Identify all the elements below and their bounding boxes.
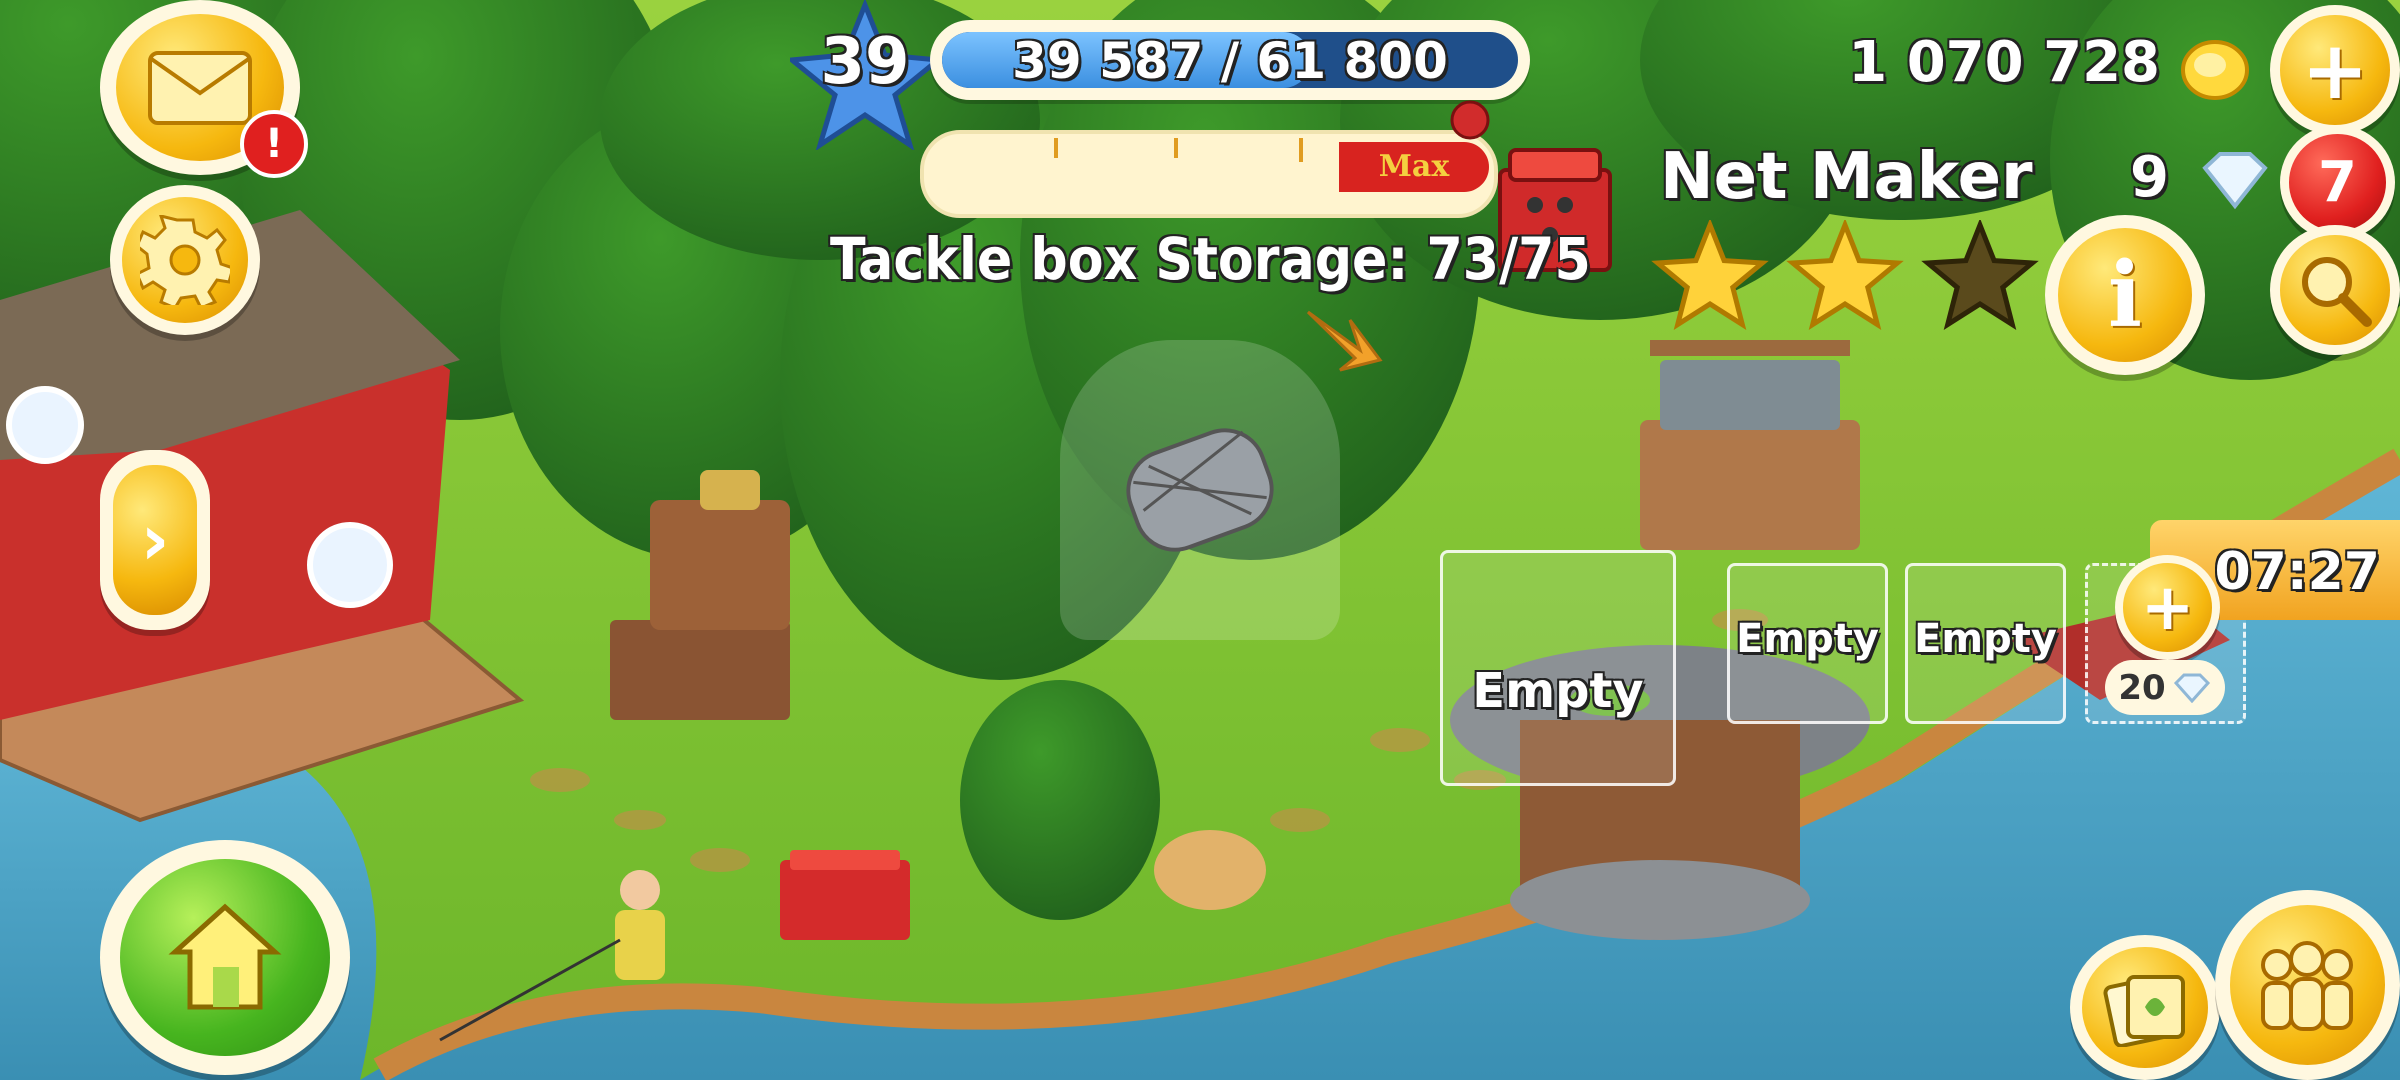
add-coins-button[interactable]: +: [2270, 5, 2400, 135]
xp-bar[interactable]: 39 587 / 61 800: [930, 20, 1530, 100]
friends-icon: [2261, 941, 2354, 1031]
trap-preview[interactable]: [1060, 340, 1340, 640]
coin-icon: [2181, 40, 2249, 100]
diamond-icon: [2202, 152, 2268, 210]
mail-alert-badge: !: [240, 110, 308, 178]
expand-side-button[interactable]: ›: [100, 450, 210, 630]
tackle-box-ground: [780, 850, 910, 940]
friends-button[interactable]: [2215, 890, 2400, 1080]
info-icon: i: [2107, 241, 2143, 348]
info-button[interactable]: i: [2045, 215, 2205, 375]
mail-icon: [148, 50, 252, 125]
net-maker-machine: [1640, 340, 1860, 550]
star-icon-empty: [1921, 220, 2039, 330]
home-icon: [168, 904, 282, 1010]
magnifier-icon: [2302, 257, 2372, 327]
star-icon-filled: [1651, 220, 1769, 330]
production-slot-3[interactable]: Empty: [1905, 563, 2066, 724]
production-slot-1[interactable]: Empty: [1440, 550, 1676, 786]
storage-text: Tackle box Storage: 73/75: [830, 225, 1591, 293]
diamond-count: 9: [2130, 145, 2169, 210]
red-badge-count: 7: [2318, 150, 2357, 215]
production-timeline: Max: [920, 130, 1498, 218]
diamond-icon: [2173, 673, 2210, 703]
coin-count: 1 070 728: [1848, 30, 2160, 95]
search-button[interactable]: [2270, 225, 2400, 355]
production-slot-2[interactable]: Empty: [1727, 563, 1888, 724]
level-number: 39: [820, 25, 910, 99]
building-stars: [1651, 220, 2039, 330]
settings-button[interactable]: [110, 185, 260, 335]
buy-slot-cost: 20: [2105, 660, 2225, 715]
building-name: Net Maker: [1660, 140, 2033, 214]
cards-icon: [2103, 975, 2185, 1048]
gear-icon: [140, 215, 230, 305]
diamond-badge-button[interactable]: 7: [2280, 125, 2395, 240]
arrow-down-right-icon: [1306, 310, 1383, 372]
home-button[interactable]: [100, 840, 350, 1075]
xp-text: 39 587 / 61 800: [1012, 32, 1448, 90]
arrow-right-icon: ›: [140, 499, 170, 581]
plus-icon: +: [2140, 570, 2195, 645]
cards-button[interactable]: [2070, 935, 2220, 1080]
buy-slot-button[interactable]: +: [2115, 555, 2220, 660]
bobber-icon: [1450, 100, 1490, 140]
star-icon-filled: [1786, 220, 1904, 330]
plus-icon: +: [2301, 23, 2369, 117]
